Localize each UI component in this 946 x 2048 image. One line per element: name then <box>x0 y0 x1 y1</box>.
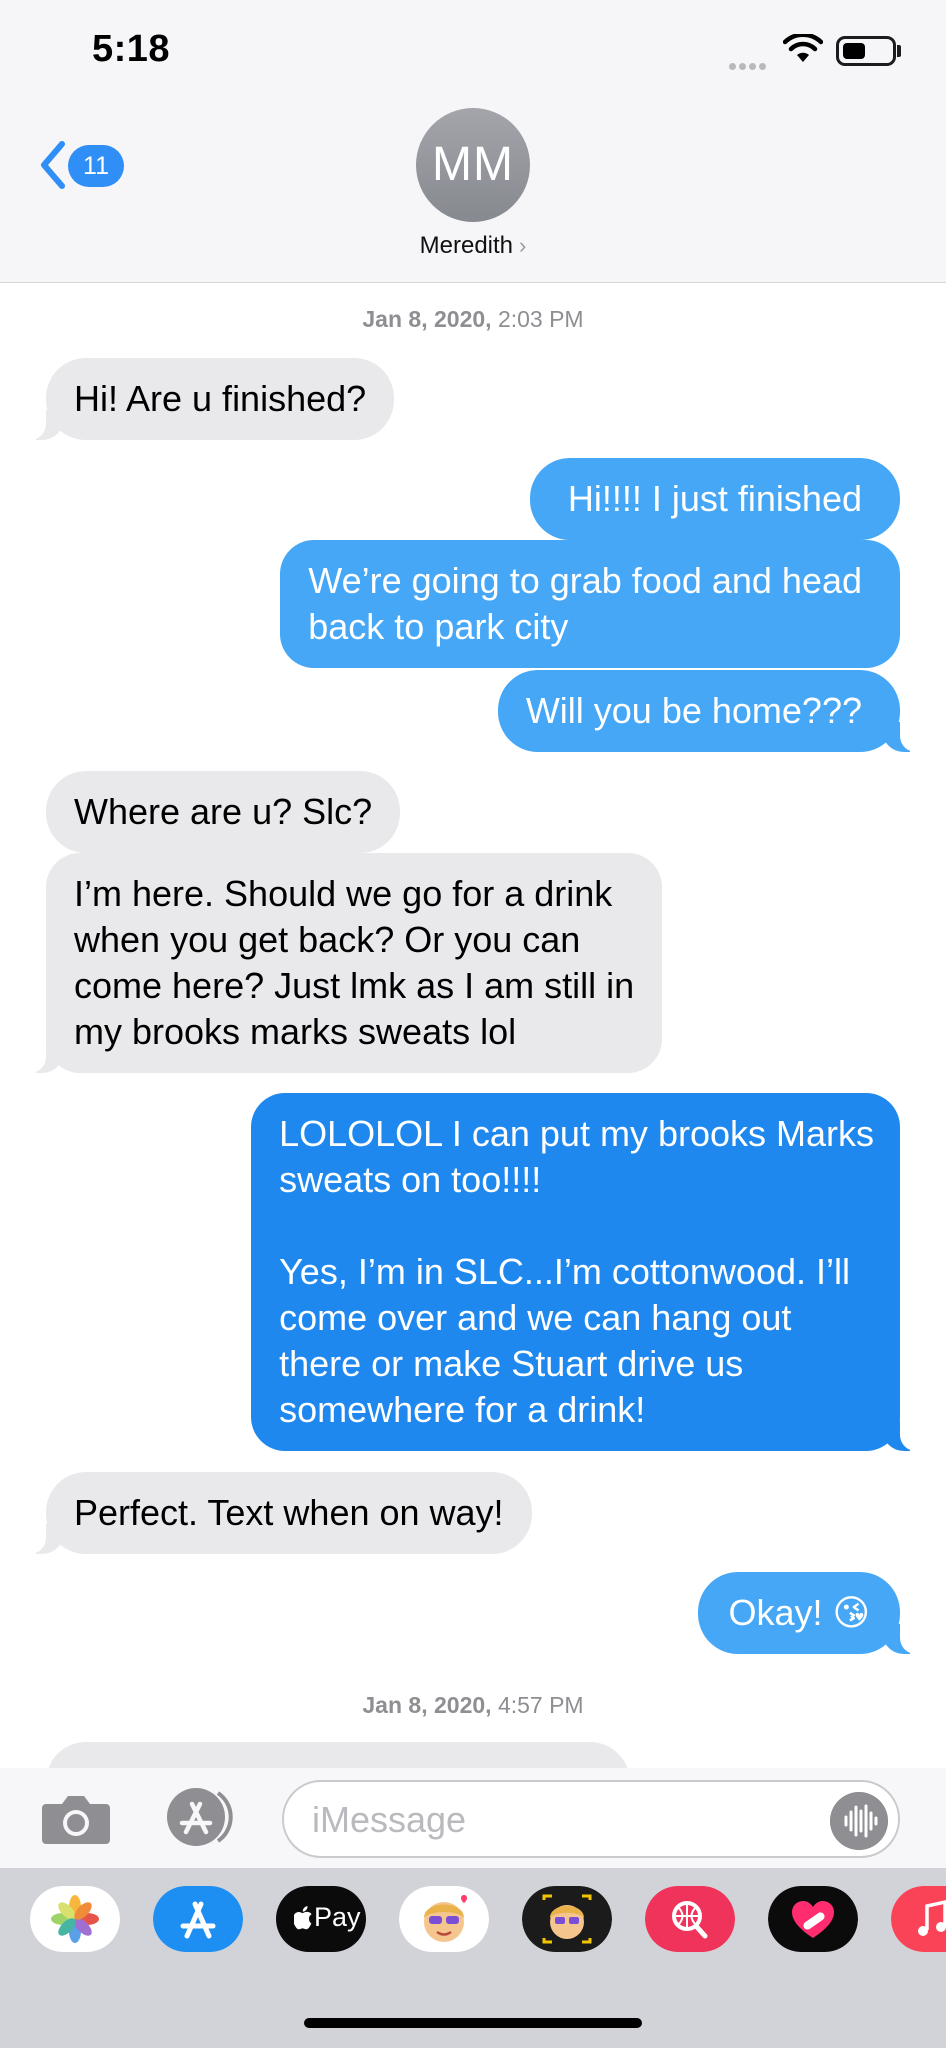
timestamp-time: 4:57 PM <box>497 1692 584 1718</box>
chevron-right-icon: › <box>519 233 527 258</box>
timestamp: Jan 8, 2020, 2:03 PM <box>0 306 946 333</box>
incoming-message[interactable]: Perfect. Text when on way! <box>24 1472 532 1554</box>
message-text: Hi!!!! I just finished <box>567 478 862 519</box>
message-text: I’m here. Should we go for a drink when … <box>74 873 635 1052</box>
message-text: Where are u? Slc? <box>74 791 373 832</box>
header: 5:18 11 MM Meredith › <box>0 0 946 283</box>
incoming-message[interactable]: I’m here. Should we go for a drink when … <box>23 853 663 1073</box>
app-store-app-icon[interactable] <box>153 1886 243 1952</box>
message-text: Okay! 😘 <box>728 1592 870 1633</box>
wifi-icon <box>783 34 823 62</box>
message-input-placeholder: iMessage <box>312 1799 467 1840</box>
home-indicator[interactable] <box>304 2018 642 2028</box>
photos-app-icon[interactable] <box>30 1886 120 1952</box>
incoming-message[interactable]: Hi! Are u finished? <box>23 358 395 440</box>
battery-icon <box>836 36 896 66</box>
outgoing-message[interactable]: LOLOLOL I can put my brooks Marks sweats… <box>251 1093 922 1451</box>
incoming-message[interactable]: Where are u? Slc? <box>46 771 401 853</box>
outgoing-message[interactable]: Will you be home??? <box>497 670 923 752</box>
memoji-stickers-app-icon[interactable] <box>399 1886 489 1952</box>
apple-logo-icon <box>294 1906 312 1930</box>
timestamp-time: 2:03 PM <box>497 306 584 332</box>
cellular-signal-icon <box>729 57 769 73</box>
apple-pay-label: Pay <box>314 1902 361 1932</box>
camera-icon[interactable] <box>40 1792 112 1846</box>
timestamp-date: Jan 8, 2020, <box>362 306 492 332</box>
message-text: Perfect. Text when on way! <box>74 1492 504 1533</box>
status-time: 5:18 <box>92 28 171 70</box>
image-search-app-icon[interactable] <box>645 1886 735 1952</box>
message-text: Will you be home??? <box>525 690 862 731</box>
timestamp: Jan 8, 2020, 4:57 PM <box>0 1692 946 1719</box>
back-button[interactable]: 11 <box>36 140 146 190</box>
contact-name: Meredith <box>419 232 514 259</box>
digital-touch-app-icon[interactable] <box>768 1886 858 1952</box>
outgoing-message[interactable]: Hi!!!! I just finished <box>529 458 900 540</box>
message-text: LOLOLOL I can put my brooks Marks sweats… <box>279 1113 874 1430</box>
unread-count-badge: 11 <box>68 145 124 187</box>
contact-name-button[interactable]: Meredith › <box>0 232 946 260</box>
timestamp-date: Jan 8, 2020, <box>362 1692 492 1718</box>
voice-message-icon[interactable] <box>830 1792 888 1850</box>
outgoing-message[interactable]: We’re going to grab food and head back t… <box>280 540 900 668</box>
avatar[interactable]: MM <box>416 108 530 222</box>
message-text: Hi! Are u finished? <box>74 378 367 419</box>
app-store-icon[interactable] <box>160 1786 242 1848</box>
chevron-left-icon <box>41 141 65 189</box>
message-input[interactable]: iMessage <box>282 1780 900 1858</box>
battery-cap <box>897 45 901 57</box>
message-text: We’re going to grab food and head back t… <box>308 560 862 647</box>
apple-pay-app-icon[interactable]: Pay <box>276 1886 366 1952</box>
animoji-app-icon[interactable] <box>522 1886 612 1952</box>
outgoing-message[interactable]: Okay! 😘 <box>698 1572 922 1654</box>
